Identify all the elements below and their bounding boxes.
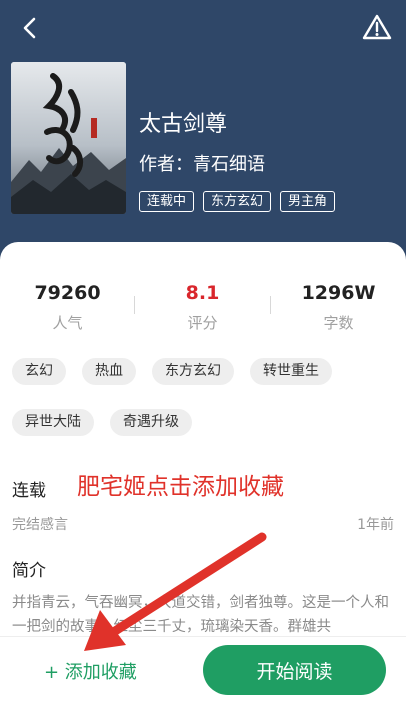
book-cover[interactable] — [11, 62, 126, 214]
book-title: 太古剑尊 — [139, 112, 228, 137]
stat-word-count: 1296W 字数 — [271, 282, 406, 333]
annotation-text: 肥宅姬点击添加收藏 — [77, 474, 284, 500]
report-button[interactable] — [360, 10, 394, 44]
genre-tag[interactable]: 东方玄幻 — [152, 358, 234, 385]
genre-tag[interactable]: 奇遇升级 — [110, 409, 192, 436]
status-tag: 连载中 — [139, 191, 195, 212]
stat-word-count-value: 1296W — [301, 282, 376, 304]
genre-tag[interactable]: 热血 — [82, 358, 136, 385]
start-reading-button[interactable]: 开始阅读 — [203, 645, 386, 695]
warning-triangle-icon — [362, 14, 392, 40]
book-detail-panel: 79260 人气 8.1 评分 1296W 字数 玄幻 热血 东方玄幻 转世重生… — [0, 242, 406, 701]
genre-tag[interactable]: 玄幻 — [12, 358, 66, 385]
status-tags: 连载中 东方玄幻 男主角 — [139, 191, 336, 212]
book-author[interactable]: 作者：青石细语 — [139, 150, 265, 176]
stat-rating: 8.1 评分 — [135, 282, 270, 333]
serial-heading: 连载 — [12, 481, 46, 501]
intro-heading: 简介 — [12, 561, 46, 581]
end-note-time: 1年前 — [357, 517, 394, 533]
add-favorite-button[interactable]: + 添加收藏 — [44, 658, 137, 684]
category-tag: 东方玄幻 — [203, 191, 272, 212]
bottom-action-bar: + 添加收藏 开始阅读 — [0, 636, 406, 701]
stat-rating-value: 8.1 — [185, 282, 220, 304]
end-note-link[interactable]: 完结感言 — [12, 514, 68, 534]
stat-rating-label: 评分 — [187, 314, 218, 332]
back-button[interactable] — [14, 12, 46, 44]
genre-tag[interactable]: 异世大陆 — [12, 409, 94, 436]
stat-popularity-label: 人气 — [52, 314, 83, 332]
stat-popularity-value: 79260 — [34, 282, 101, 304]
genre-tag[interactable]: 转世重生 — [250, 358, 332, 385]
book-header: 太古剑尊 作者：青石细语 连载中 东方玄幻 男主角 — [0, 0, 406, 275]
chevron-left-icon — [23, 17, 36, 39]
stat-word-count-label: 字数 — [323, 314, 354, 332]
intro-text[interactable]: 并指青云，气吞幽冥，大道交错，剑者独尊。这是一个人和一把剑的故事，红尘三千丈，琉… — [12, 591, 396, 639]
cover-artwork — [11, 62, 126, 214]
protagonist-tag: 男主角 — [280, 191, 336, 212]
stat-popularity: 79260 人气 — [0, 282, 135, 333]
